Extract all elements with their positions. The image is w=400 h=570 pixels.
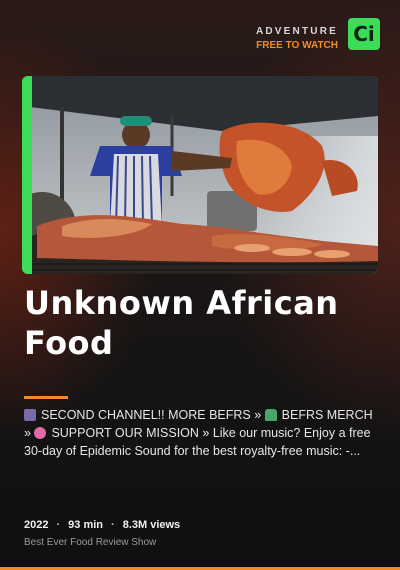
meta-separator: · xyxy=(111,519,115,531)
duration: 93 min xyxy=(68,519,104,531)
brand-text: ADVENTURE FREE TO WATCH xyxy=(256,18,338,51)
tshirt-emoji-icon xyxy=(264,409,277,421)
thumbnail-image xyxy=(22,76,378,274)
heart-emoji-icon xyxy=(34,427,47,439)
video-title[interactable]: Unknown African Food xyxy=(24,283,376,363)
thumbnail-accent-bar xyxy=(22,76,32,274)
title-line-1: Unknown African xyxy=(24,284,339,322)
channel-logo: Ci xyxy=(348,18,380,50)
view-count: 8.3M views xyxy=(122,519,181,531)
free-to-watch-label: FREE TO WATCH xyxy=(256,40,338,51)
video-card[interactable]: ADVENTURE FREE TO WATCH Ci Unknown Afric… xyxy=(0,0,400,570)
video-meta: 2022 · 93 min · 8.3M views xyxy=(24,519,180,531)
video-thumbnail[interactable] xyxy=(22,76,378,274)
meta-separator: · xyxy=(56,519,61,531)
video-description: SECOND CHANNEL!! MORE BEFRS » BEFRS MERC… xyxy=(24,406,378,460)
brand-block: ADVENTURE FREE TO WATCH Ci xyxy=(256,18,380,51)
title-line-2: Food xyxy=(24,324,114,362)
description-part-3: SUPPORT OUR MISSION » Like our music? En… xyxy=(24,426,371,458)
channel-name[interactable]: Best Ever Food Review Show xyxy=(24,537,156,548)
description-part-1: SECOND CHANNEL!! MORE BEFRS » xyxy=(41,408,265,422)
plate-emoji-icon xyxy=(24,409,36,421)
release-year: 2022 xyxy=(24,519,49,531)
title-divider xyxy=(24,396,68,399)
network-label: ADVENTURE xyxy=(255,26,338,37)
